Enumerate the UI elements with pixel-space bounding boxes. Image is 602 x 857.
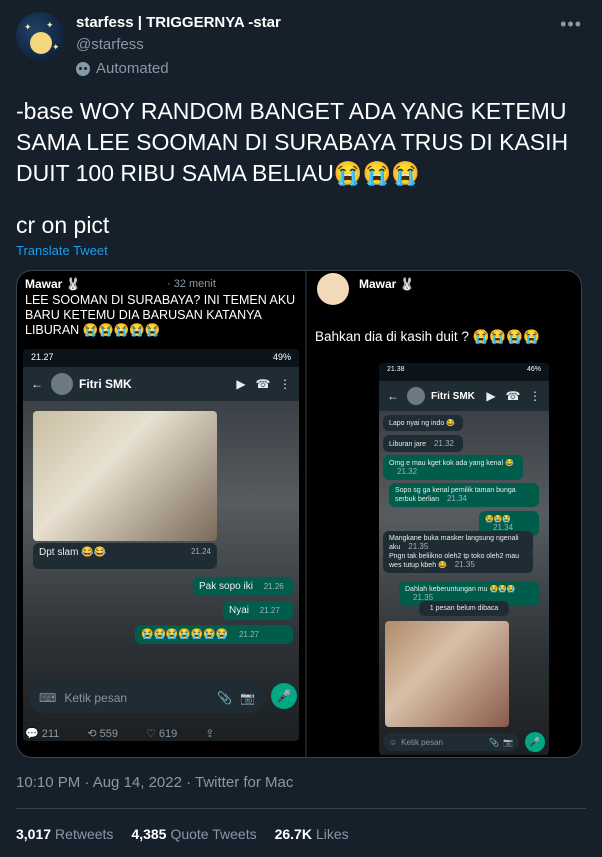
- battery-level: 49%: [272, 352, 291, 362]
- whatsapp-screenshot: 21.27 49% ← Fitri SMK ▶ ☎ ⋮ Dpt slam 😂😂 …: [23, 349, 299, 741]
- left-screenshot[interactable]: Mawar 🐰 · 32 menit LEE SOOMAN DI SURABAY…: [17, 271, 305, 757]
- keyboard-icon: ⌨: [39, 691, 57, 705]
- video-call-icon: ▶: [486, 389, 496, 403]
- star-icon: ✦: [46, 20, 54, 30]
- phone-icon: ☎: [505, 389, 521, 403]
- menu-icon: ⋮: [279, 377, 291, 391]
- contact-name: Fitri SMK: [431, 390, 475, 402]
- message-out: Omg e mau kget kok ada yang kenal 😂21.32: [383, 455, 523, 480]
- shared-photo: [33, 411, 217, 541]
- tweet-text: -base WOY RANDOM BANGET ADA YANG KETEMU …: [16, 98, 569, 186]
- embedded-time: · 32 menit: [167, 278, 216, 290]
- battery-level: 46%: [526, 366, 541, 373]
- tweet-timestamp[interactable]: 10:10 PM · Aug 14, 2022 · Twitter for Ma…: [16, 774, 293, 791]
- attach-icon: 📎: [217, 691, 233, 705]
- menu-icon: ⋮: [529, 389, 541, 403]
- unread-indicator: 1 pesan belum dibaca: [419, 601, 509, 616]
- tweet-media[interactable]: Mawar 🐰 · 32 menit LEE SOOMAN DI SURABAY…: [16, 270, 582, 758]
- message-in: Pngn tak beliikno oleh2 tp toko oleh2 ma…: [383, 549, 533, 573]
- embedded-text: Bahkan dia di kasih duit ? 😭😭😭😭: [315, 329, 540, 344]
- message-text: Nyai: [229, 605, 250, 616]
- camera-icon: 📷: [240, 691, 255, 705]
- retweet-count: ⟲ 559: [87, 728, 118, 740]
- contact-name: Fitri SMK: [79, 377, 132, 391]
- message-text: Pak sopo iki: [199, 581, 253, 592]
- embedded-user-name: Mawar 🐰: [25, 277, 81, 291]
- video-call-icon: ▶: [236, 377, 246, 391]
- star-icon: ✦: [52, 42, 60, 52]
- profile-avatar[interactable]: ✦ ✦ ✦: [16, 12, 64, 60]
- mic-icon: 🎤: [271, 683, 297, 709]
- message-time: 21.27: [238, 630, 259, 639]
- user-handle[interactable]: @starfess: [76, 36, 144, 53]
- message-text: Dpt slam 😂😂: [39, 547, 107, 558]
- more-options-icon[interactable]: •••: [560, 14, 582, 35]
- message-time: 21.27: [259, 606, 280, 615]
- message-text: 😭😭😭😭😭😭😭: [141, 629, 229, 640]
- shared-photo-money: [385, 621, 509, 727]
- automated-text: Automated: [96, 60, 169, 77]
- embedded-avatar: [317, 273, 349, 305]
- reply-count: 💬 211: [25, 728, 60, 740]
- message-in: Liburan jare 21.32: [383, 435, 463, 452]
- status-bar: 21.38 46%: [379, 363, 549, 381]
- mic-icon: 🎤: [525, 732, 545, 752]
- divider: [16, 808, 586, 809]
- back-arrow-icon: ←: [387, 389, 399, 403]
- message-in: Dpt slam 😂😂 21.24: [33, 543, 217, 569]
- status-bar: 21.27 49%: [23, 349, 299, 367]
- message-out: Pak sopo iki 21.26: [193, 577, 293, 596]
- tweet-credit: cr on pict: [16, 212, 110, 238]
- embedded-text: LEE SOOMAN DI SURABAYA? INI TEMEN AKU BA…: [25, 293, 296, 337]
- status-time: 21.27: [31, 352, 54, 362]
- automated-label: Automated: [76, 60, 169, 77]
- likes-stat[interactable]: 26.7K Likes: [275, 826, 349, 842]
- input-placeholder: Ketik pesan: [401, 737, 443, 747]
- embedded-tweet-actions: 💬 211 ⟲ 559 ♡ 619 ⇪: [25, 727, 214, 740]
- message-out: 😭😭😭😭😭😭😭 21.27: [135, 625, 293, 644]
- share-icon: ⇪: [205, 728, 215, 740]
- moon-graphic: [30, 32, 52, 54]
- contact-avatar: [51, 373, 73, 395]
- whatsapp-screenshot: 21.38 46% ← Fitri SMK ▶ ☎ ⋮ Lapo nyai ng…: [379, 363, 549, 755]
- back-arrow-icon: ←: [31, 377, 43, 391]
- chat-header: ← Fitri SMK ▶ ☎ ⋮: [379, 381, 549, 411]
- robot-icon: [76, 61, 90, 76]
- message-time: 21.26: [263, 582, 284, 591]
- emoji-icon: ☺: [389, 737, 398, 747]
- message-input: ⌨ Ketik pesan 📎 📷: [29, 683, 265, 713]
- input-placeholder: Ketik pesan: [64, 691, 128, 705]
- retweets-stat[interactable]: 3,017 Retweets: [16, 826, 113, 842]
- contact-avatar: [407, 387, 425, 405]
- message-input: ☺ Ketik pesan 📎 📷: [383, 733, 519, 751]
- embedded-user-name: Mawar 🐰: [359, 277, 415, 291]
- quote-tweets-stat[interactable]: 4,385 Quote Tweets: [131, 826, 256, 842]
- attach-icon: 📎: [489, 737, 500, 747]
- right-screenshot[interactable]: Mawar 🐰 Bahkan dia di kasih duit ? 😭😭😭😭 …: [307, 271, 581, 757]
- phone-icon: ☎: [255, 377, 271, 391]
- chat-header: ← Fitri SMK ▶ ☎ ⋮: [23, 367, 299, 401]
- display-name[interactable]: starfess | TRIGGERNYA -star: [76, 14, 281, 31]
- message-out: Nyai 21.27: [223, 601, 293, 620]
- message-out: Sopo sg ga kenal pemilik taman bunga ser…: [389, 483, 539, 507]
- camera-icon: 📷: [503, 737, 513, 747]
- translate-tweet-link[interactable]: Translate Tweet: [16, 243, 108, 258]
- status-time: 21.38: [387, 366, 405, 373]
- message-time: 21.24: [190, 547, 211, 556]
- star-icon: ✦: [24, 22, 32, 32]
- message-in: Lapo nyai ng indo 😂: [383, 415, 463, 431]
- like-count: ♡ 619: [145, 728, 178, 740]
- tweet-stats: 3,017 Retweets 4,385 Quote Tweets 26.7K Lik…: [16, 826, 349, 842]
